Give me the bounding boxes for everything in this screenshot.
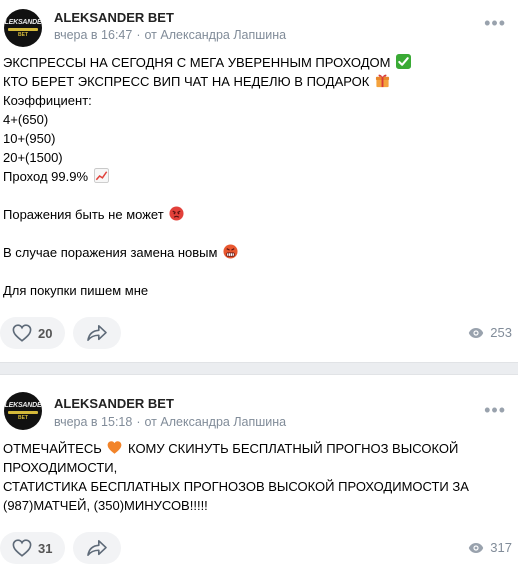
share-button[interactable] (73, 317, 121, 349)
like-button[interactable]: 31 (0, 532, 65, 564)
text-line: Проход 99.9% (3, 167, 510, 186)
post-source[interactable]: от Александра Лапшина (145, 415, 287, 429)
author-name[interactable]: ALEKSANDER BET (54, 10, 174, 25)
post-text: ОТМЕЧАЙТЕСЬ КОМУ СКИНУТЬ БЕСПЛАТНЫЙ ПРОГ… (3, 439, 510, 515)
like-button[interactable]: 20 (0, 317, 65, 349)
text-line: 10+(950) (3, 131, 56, 146)
views-count: 317 (490, 540, 512, 555)
like-count: 20 (38, 325, 53, 341)
eye-icon (469, 542, 484, 553)
share-button[interactable] (73, 532, 121, 564)
eye-icon (469, 327, 484, 338)
like-count: 31 (38, 540, 53, 556)
avatar-logo-text: ALEKSANDER (4, 18, 42, 26)
chart-increasing-emoji-icon (93, 168, 109, 183)
orange-heart-emoji-icon (108, 441, 122, 454)
text-line: 20+(1500) (3, 150, 63, 165)
avatar-logo-bar (8, 410, 38, 414)
text-line: СТАТИСТИКА БЕСПЛАТНЫХ ПРОГНОЗОВ ВЫСОКОЙ … (3, 479, 469, 494)
text-line: Для покупки пишем мне (3, 283, 149, 298)
more-icon[interactable]: ••• (484, 401, 506, 419)
text-line: В случае поражения замена новым (3, 243, 510, 262)
avatar-logo-subtext: BET (18, 414, 28, 421)
post-time[interactable]: вчера в 15:18 (54, 415, 132, 429)
meta-separator: · (136, 28, 141, 42)
post-meta: вчера в 16:47 · от Александра Лапшина (54, 28, 286, 42)
share-arrow-icon (87, 539, 107, 557)
avatar-logo-subtext: BET (18, 31, 28, 38)
gift-emoji-icon (375, 74, 389, 88)
views: 317 (468, 540, 512, 555)
avatar-logo-bar (8, 27, 38, 31)
angry-face-emoji-icon (169, 206, 184, 221)
text-line: 4+(650) (3, 112, 49, 127)
text-line: ОТМЕЧАЙТЕСЬ КОМУ СКИНУТЬ БЕСПЛАТНЫЙ ПРОГ… (3, 441, 459, 456)
grimacing-angry-face-emoji-icon (223, 244, 238, 259)
post-2: ALEKSANDER BET ALEKSANDER BET вчера в 15… (0, 375, 518, 565)
post-1: ALEKSANDER BET ALEKSANDER BET вчера в 16… (0, 0, 518, 362)
post-text: ЭКСПРЕССЫ НА СЕГОДНЯ С МЕГА УВЕРЕННЫМ ПР… (3, 53, 510, 300)
heart-outline-icon (12, 539, 32, 557)
post-time[interactable]: вчера в 16:47 (54, 28, 132, 42)
text-line: (987)МАТЧЕЙ, (350)МИНУСОВ!!!!! (3, 498, 208, 513)
post-source[interactable]: от Александра Лапшина (145, 28, 287, 42)
avatar-logo-text: ALEKSANDER (4, 401, 42, 409)
post-separator (0, 362, 518, 375)
avatar[interactable]: ALEKSANDER BET (4, 9, 42, 47)
more-icon[interactable]: ••• (484, 14, 506, 32)
post-meta: вчера в 15:18 · от Александра Лапшина (54, 415, 286, 429)
check-mark-emoji-icon (396, 54, 412, 69)
meta-separator: · (136, 415, 141, 429)
text-line: Поражения быть не может (3, 205, 510, 224)
views: 253 (468, 325, 512, 340)
text-line: ПРОХОДИМОСТИ, (3, 460, 118, 475)
text-line: КТО БЕРЕТ ЭКСПРЕСС ВИП ЧАТ НА НЕДЕЛЮ В П… (3, 72, 510, 91)
avatar[interactable]: ALEKSANDER BET (4, 392, 42, 430)
text-line: Коэффициент: (3, 93, 92, 108)
heart-outline-icon (12, 324, 32, 342)
views-count: 253 (490, 325, 512, 340)
text-line: ЭКСПРЕССЫ НА СЕГОДНЯ С МЕГА УВЕРЕННЫМ ПР… (3, 53, 510, 72)
share-arrow-icon (87, 324, 107, 342)
author-name[interactable]: ALEKSANDER BET (54, 396, 174, 411)
